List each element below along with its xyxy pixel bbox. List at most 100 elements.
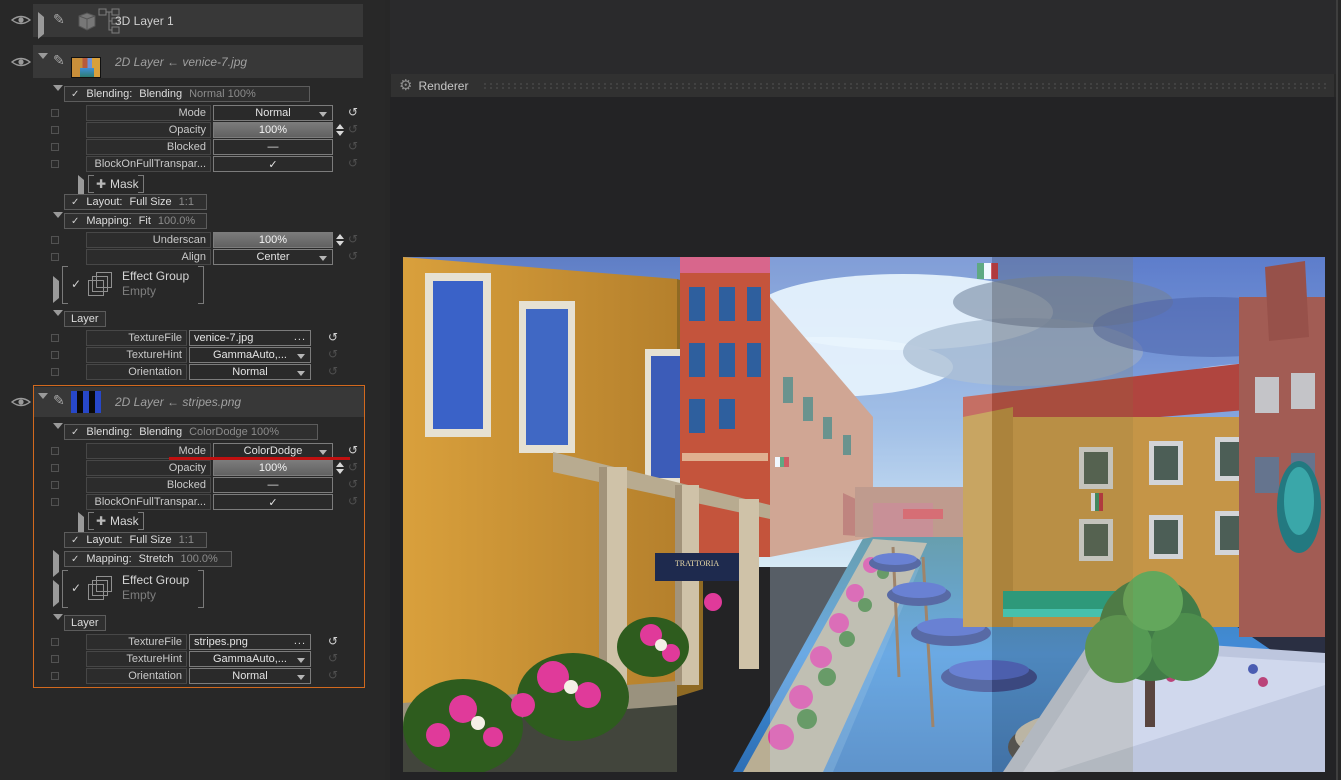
underscan-slider[interactable]: 100% [213,232,333,248]
animate-checkbox[interactable] [51,672,59,680]
property-row-mode: Mode Normal ↺ [0,105,385,121]
browse-button[interactable]: ... [294,635,306,647]
reset-icon[interactable]: ↺ [328,651,338,665]
section-checkbox[interactable]: ✓ [71,427,79,438]
section-checkbox[interactable]: ✓ [71,535,79,546]
header-dotted-filler [482,82,1326,90]
renderer-header[interactable]: ⚙ Renderer [391,74,1334,97]
chevron-down-icon [297,658,305,663]
visibility-eye-icon[interactable] [10,395,32,409]
texture-hint-dropdown[interactable]: GammaAuto,... [189,347,311,363]
section-checkbox[interactable]: ✓ [71,554,79,565]
reset-icon[interactable]: ↺ [348,477,358,491]
animate-checkbox[interactable] [51,447,59,455]
browse-button[interactable]: ... [294,331,306,343]
animate-checkbox[interactable] [51,464,59,472]
edit-pencil-icon[interactable]: ✎ [53,53,65,69]
blending-section-header[interactable]: ✓ Blending: Blending Normal 100% [64,86,310,102]
mapping-section-header[interactable]: ✓ Mapping: Fit 100.0% [64,213,207,229]
effect-group[interactable]: ✓ Effect Group Empty [62,570,204,608]
visibility-eye-icon[interactable] [10,13,32,27]
layer-row-stripes[interactable]: ✎ 2D Layer ← stripes.png [33,387,364,417]
gear-icon[interactable]: ⚙ [399,78,412,93]
reset-icon[interactable]: ↺ [348,460,358,474]
reset-icon[interactable]: ↺ [348,443,358,457]
section-chevron-right-icon[interactable] [53,555,59,573]
animate-checkbox[interactable] [51,351,59,359]
animate-checkbox[interactable] [51,109,59,117]
texture-hint-dropdown[interactable]: GammaAuto,... [189,651,311,667]
section-checkbox[interactable]: ✓ [71,89,79,100]
effect-checkbox[interactable]: ✓ [71,581,81,595]
edit-pencil-icon[interactable]: ✎ [53,393,65,409]
collapse-chevron-right-icon[interactable] [38,17,44,35]
value-spinner[interactable] [336,462,344,474]
animate-checkbox[interactable] [51,334,59,342]
effect-chevron-right-icon[interactable] [53,585,59,603]
property-label: Align [86,249,211,265]
block-on-full-checkbox[interactable]: ✓ [213,494,333,510]
opacity-slider[interactable]: 100% [213,460,333,476]
orientation-dropdown[interactable]: Normal [189,668,311,684]
animate-checkbox[interactable] [51,638,59,646]
reset-icon[interactable]: ↺ [348,232,358,246]
animate-checkbox[interactable] [51,481,59,489]
layout-section-header[interactable]: ✓ Layout: Full Size 1:1 [64,532,207,548]
layer-thumbnail-stripes [71,391,101,413]
blocked-field[interactable]: — [213,477,333,493]
effect-checkbox[interactable]: ✓ [71,277,81,291]
layer-title: 2D Layer ← venice-7.jpg [115,55,247,69]
section-label: Mapping: [86,553,131,565]
align-dropdown[interactable]: Center [213,249,333,265]
blocked-field[interactable]: — [213,139,333,155]
value-spinner[interactable] [336,234,344,246]
orientation-dropdown[interactable]: Normal [189,364,311,380]
effect-group[interactable]: ✓ Effect Group Empty [62,266,204,304]
texture-file-field[interactable]: venice-7.jpg... [189,330,311,346]
animate-checkbox[interactable] [51,236,59,244]
animate-checkbox[interactable] [51,368,59,376]
mapping-section-header[interactable]: ✓ Mapping: Stretch 100.0% [64,551,232,567]
reset-icon[interactable]: ↺ [328,347,338,361]
edit-pencil-icon[interactable]: ✎ [53,12,65,28]
layout-section-header[interactable]: ✓ Layout: Full Size 1:1 [64,194,207,210]
layer-row-3d[interactable]: ✎ 3D Layer 1 [33,4,363,37]
reset-icon[interactable]: ↺ [348,494,358,508]
reset-icon[interactable]: ↺ [348,105,358,119]
texture-file-field[interactable]: stripes.png... [189,634,311,650]
collapse-chevron-down-icon[interactable] [38,59,48,77]
layer-row-venice[interactable]: ✎ 2D Layer ← venice-7.jpg [33,45,363,78]
opacity-slider[interactable]: 100% [213,122,333,138]
add-mask-plus-icon[interactable]: ✚ [96,514,106,528]
animate-checkbox[interactable] [51,143,59,151]
mask-group[interactable]: ✚ Mask [88,512,144,530]
block-on-full-checkbox[interactable]: ✓ [213,156,333,172]
animate-checkbox[interactable] [51,126,59,134]
mode-dropdown[interactable]: Normal [213,105,333,121]
visibility-eye-icon[interactable] [10,55,32,69]
collapse-chevron-down-icon[interactable] [38,399,48,417]
reset-icon[interactable]: ↺ [328,364,338,378]
reset-icon[interactable]: ↺ [348,122,358,136]
layer-title: 3D Layer 1 [115,14,174,28]
animate-checkbox[interactable] [51,655,59,663]
animate-checkbox[interactable] [51,160,59,168]
value-spinner[interactable] [336,124,344,136]
reset-icon[interactable]: ↺ [328,668,338,682]
reset-icon[interactable]: ↺ [348,249,358,263]
blending-section-header[interactable]: ✓ Blending: Blending ColorDodge 100% [64,424,318,440]
reset-icon[interactable]: ↺ [348,139,358,153]
layer-section-header[interactable]: Layer [64,311,106,327]
add-mask-plus-icon[interactable]: ✚ [96,177,106,191]
mask-group[interactable]: ✚ Mask [88,175,144,193]
reset-icon[interactable]: ↺ [328,634,338,648]
effect-chevron-right-icon[interactable] [53,281,59,299]
layer-section-header[interactable]: Layer [64,615,106,631]
section-checkbox[interactable]: ✓ [71,216,79,227]
reset-icon[interactable]: ↺ [328,330,338,344]
animate-checkbox[interactable] [51,498,59,506]
panel-right-edge[interactable] [1336,0,1338,780]
section-checkbox[interactable]: ✓ [71,197,79,208]
animate-checkbox[interactable] [51,253,59,261]
reset-icon[interactable]: ↺ [348,156,358,170]
